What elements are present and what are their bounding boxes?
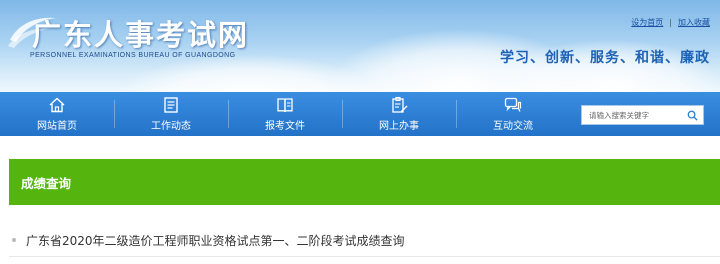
bullet-icon: [12, 238, 16, 242]
section-title: 成绩查询: [21, 175, 72, 191]
nav-item-label: 互动交流: [493, 121, 533, 132]
list-item[interactable]: 广东省2020年二级造价工程师职业资格试点第一、二阶段考试成绩查询: [9, 227, 720, 253]
nav-item-online-services[interactable]: 网上办事: [342, 92, 456, 136]
site-header: 广东人事考试网 PERSONNEL EXAMINATIONS BUREAU OF…: [0, 0, 720, 92]
search-box: [581, 105, 704, 125]
nav-item-label: 网站首页: [37, 121, 77, 132]
search-icon: [687, 110, 698, 121]
set-homepage-link[interactable]: 设为首页: [631, 17, 663, 28]
home-icon: [49, 97, 65, 113]
clipboard-edit-icon: [392, 96, 408, 113]
search-button[interactable]: [682, 106, 702, 124]
nav-item-label: 报考文件: [265, 121, 305, 132]
top-links: 设为首页 | 加入收藏: [631, 17, 710, 28]
news-icon: [164, 97, 178, 113]
site-subtitle: PERSONNEL EXAMINATIONS BUREAU OF GUANGDO…: [30, 52, 236, 59]
link-separator: |: [669, 18, 672, 27]
nav-item-exam-documents[interactable]: 报考文件: [228, 92, 342, 136]
nav-item-home[interactable]: 网站首页: [0, 92, 114, 136]
cloud-decoration: [120, 55, 380, 92]
search-input[interactable]: [582, 106, 682, 124]
book-icon: [277, 98, 293, 113]
add-favorite-link[interactable]: 加入收藏: [678, 17, 710, 28]
list-item-link[interactable]: 广东省2020年二级造价工程师职业资格试点第一、二阶段考试成绩查询: [26, 232, 405, 249]
slogan: 学习、创新、服务、和谐、廉政: [500, 50, 710, 66]
nav-item-label: 网上办事: [379, 121, 419, 132]
chat-icon: [504, 97, 522, 112]
main-nav: 网站首页 工作动态 报考文件 网上办事 互动交流 请输入搜索关键字: [0, 92, 720, 136]
section-header: 成绩查询: [9, 159, 720, 205]
nav-item-interaction[interactable]: 互动交流: [456, 92, 570, 136]
site-title: 广东人事考试网: [32, 18, 250, 52]
nav-item-label: 工作动态: [151, 121, 191, 132]
divider: [9, 256, 720, 257]
nav-item-news[interactable]: 工作动态: [114, 92, 228, 136]
